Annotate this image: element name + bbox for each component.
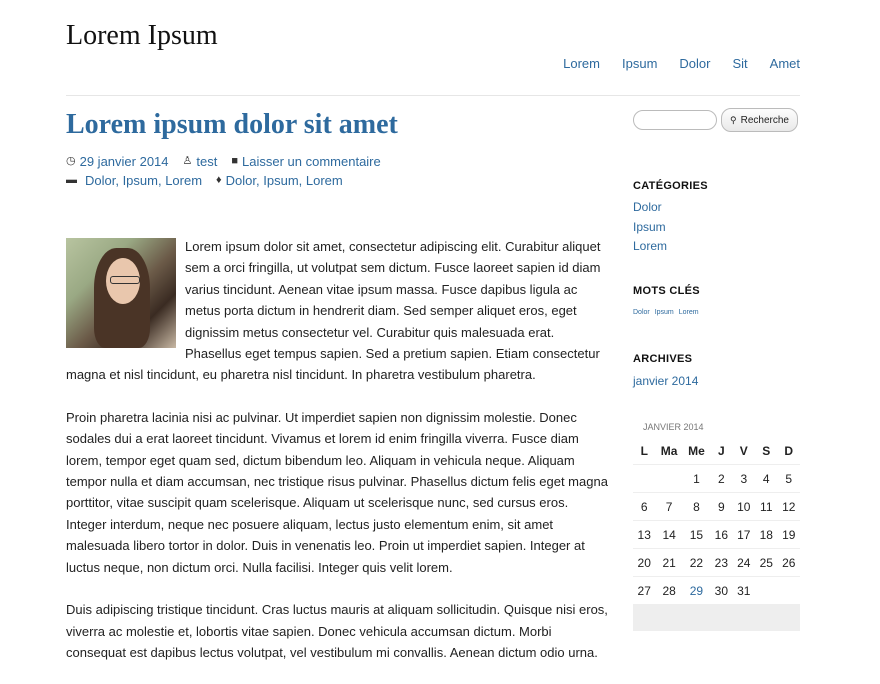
- post-meta: ◷ 29 janvier 2014 ♙ test ■ Laisser un co…: [66, 152, 610, 190]
- category-link[interactable]: Dolor: [633, 198, 708, 218]
- archive-link[interactable]: janvier 2014: [633, 374, 698, 388]
- calendar-day: 3: [732, 464, 756, 493]
- calendar-day: [633, 464, 656, 493]
- post-author[interactable]: test: [196, 152, 217, 171]
- calendar-week: 20 21 22 23 24 25 26: [633, 548, 800, 577]
- user-icon: ♙: [182, 155, 193, 167]
- categories-title: CATÉGORIES: [633, 180, 708, 192]
- calendar-week: 27 28 29 30 31: [633, 576, 800, 605]
- post-content: Lorem ipsum dolor sit amet, consectetur …: [66, 236, 610, 663]
- calendar-widget: JANVIER 2014 L Ma Me J V S D 1 2 3 4 5 6 7 8 9 10…: [633, 422, 800, 631]
- calendar-day: 4: [755, 464, 778, 493]
- category-link[interactable]: Ipsum: [633, 218, 708, 238]
- calendar-day: 17: [732, 520, 756, 549]
- post: Lorem ipsum dolor sit amet ◷ 29 janvier …: [66, 108, 610, 684]
- nav-item-ipsum[interactable]: Ipsum: [622, 56, 657, 71]
- post-paragraph: Lorem ipsum dolor sit amet, consectetur …: [66, 238, 601, 383]
- tag-icon: ♦: [216, 174, 222, 186]
- calendar-day: 9: [710, 492, 733, 521]
- folder-icon: ▬: [66, 174, 77, 186]
- calendar-day: 18: [755, 520, 778, 549]
- tag-link[interactable]: Lorem: [679, 309, 699, 316]
- calendar-day: 2: [710, 464, 733, 493]
- calendar-day: [777, 576, 800, 605]
- site-title[interactable]: Lorem Ipsum: [66, 20, 218, 52]
- comment-link[interactable]: Laisser un commentaire: [242, 152, 381, 171]
- calendar-day: 6: [633, 492, 656, 521]
- calendar-day: 12: [777, 492, 800, 521]
- calendar-day: 23: [710, 548, 733, 577]
- calendar-caption: JANVIER 2014: [643, 422, 704, 432]
- calendar-day: 22: [682, 548, 711, 577]
- calendar-day: 21: [655, 548, 683, 577]
- tag-link[interactable]: Dolor: [633, 309, 650, 316]
- calendar-day: 24: [732, 548, 756, 577]
- calendar-day-header: Ma: [655, 438, 683, 465]
- calendar-day: 14: [655, 520, 683, 549]
- post-categories[interactable]: Dolor, Ipsum, Lorem: [85, 171, 202, 190]
- calendar-week: 6 7 8 9 10 11 12: [633, 492, 800, 521]
- tag-link[interactable]: Ipsum: [655, 309, 674, 316]
- nav-item-lorem[interactable]: Lorem: [563, 56, 600, 71]
- calendar-day: 7: [655, 492, 683, 521]
- tags-widget: MOTS CLÉS Dolor Ipsum Lorem: [633, 285, 702, 316]
- calendar-day[interactable]: 29: [682, 576, 711, 605]
- main-nav: Lorem Ipsum Dolor Sit Amet: [541, 56, 800, 71]
- category-link[interactable]: Lorem: [633, 237, 708, 257]
- calendar-day-header: L: [633, 438, 656, 465]
- calendar-day: 11: [755, 492, 778, 521]
- categories-widget: CATÉGORIES Dolor Ipsum Lorem: [633, 180, 708, 257]
- calendar-day: 27: [633, 576, 656, 605]
- archives-widget: ARCHIVES janvier 2014: [633, 353, 698, 388]
- comment-icon: ■: [231, 155, 239, 167]
- calendar-day: 25: [755, 548, 778, 577]
- calendar-day: 10: [732, 492, 756, 521]
- header-divider: [66, 95, 800, 96]
- calendar-day: 19: [777, 520, 800, 549]
- calendar-day-header: V: [732, 438, 756, 465]
- calendar-day: 28: [655, 576, 683, 605]
- calendar-day: 26: [777, 548, 800, 577]
- calendar-day: 31: [732, 576, 756, 605]
- calendar-day: 13: [633, 520, 656, 549]
- calendar-day: 16: [710, 520, 733, 549]
- search-icon: ⚲: [730, 114, 737, 125]
- sidebar: ⚲ Recherche CATÉGORIES Dolor Ipsum Lorem…: [633, 108, 800, 631]
- calendar-day: 20: [633, 548, 656, 577]
- calendar-footer: [633, 605, 800, 631]
- nav-item-sit[interactable]: Sit: [732, 56, 747, 71]
- calendar-day-header: D: [777, 438, 800, 465]
- calendar-day: 15: [682, 520, 711, 549]
- calendar-week: 12345: [633, 464, 800, 493]
- post-paragraph: Proin pharetra lacinia nisi ac pulvinar.…: [66, 409, 608, 575]
- nav-item-dolor[interactable]: Dolor: [679, 56, 710, 71]
- post-date[interactable]: 29 janvier 2014: [80, 152, 169, 171]
- search-input[interactable]: [633, 110, 717, 130]
- calendar-day: [655, 464, 683, 493]
- calendar-day: 5: [777, 464, 800, 493]
- post-tags[interactable]: Dolor, Ipsum, Lorem: [226, 171, 343, 190]
- calendar-day-header: J: [710, 438, 733, 465]
- search-button[interactable]: ⚲ Recherche: [721, 108, 798, 132]
- post-title[interactable]: Lorem ipsum dolor sit amet: [66, 108, 610, 142]
- calendar-day: [755, 576, 778, 605]
- calendar-day-header: S: [755, 438, 778, 465]
- post-paragraph: Duis adipiscing tristique tincidunt. Cra…: [66, 602, 608, 660]
- calendar-day: 8: [682, 492, 711, 521]
- calendar-day-header: Me: [682, 438, 711, 465]
- search-widget: ⚲ Recherche: [633, 108, 800, 132]
- tags-title: MOTS CLÉS: [633, 285, 700, 297]
- post-thumbnail: [66, 238, 176, 348]
- archives-title: ARCHIVES: [633, 353, 693, 365]
- calendar-week: 13 14 15 16 17 18 19: [633, 520, 800, 549]
- calendar-day: 1: [682, 464, 711, 493]
- calendar-table: L Ma Me J V S D 1 2 3 4 5 6 7 8 9 10 11 12 13 14 15 16 1…: [633, 438, 800, 605]
- nav-item-amet[interactable]: Amet: [770, 56, 800, 71]
- clock-icon: ◷: [66, 155, 76, 167]
- calendar-day: 30: [710, 576, 733, 605]
